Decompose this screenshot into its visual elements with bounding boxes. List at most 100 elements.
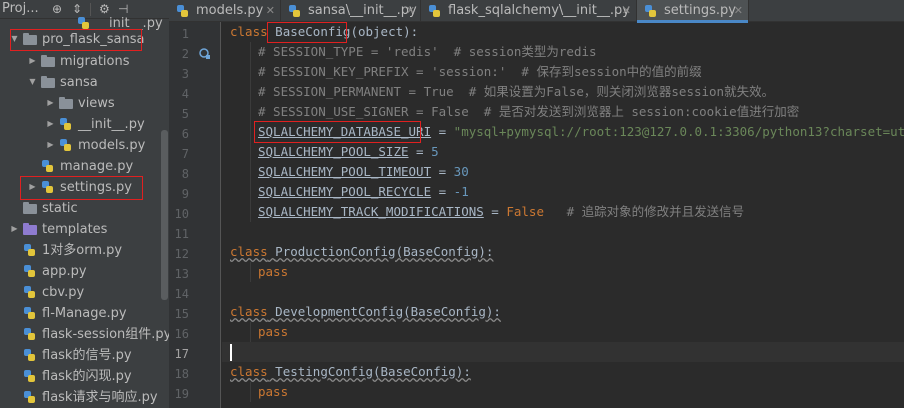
folder-icon (23, 202, 37, 214)
tree-item[interactable]: cbv.py (0, 282, 160, 303)
tree-item[interactable]: flask的闪现.py (0, 366, 160, 387)
python-file-icon (59, 139, 73, 151)
line-number: 15 (174, 307, 189, 321)
tree-item-label: sansa (60, 75, 98, 90)
tree-item-label: templates (42, 222, 108, 237)
folder-icon (41, 55, 55, 67)
folder-icon (59, 97, 73, 109)
indent-guide (250, 262, 251, 282)
tree-item[interactable]: flask-session组件.py (0, 324, 169, 345)
tree-item-label: __init__.py (78, 117, 145, 132)
text-caret (230, 344, 232, 361)
current-line-highlight (222, 342, 904, 362)
close-icon[interactable]: ✕ (622, 0, 631, 21)
tree-item[interactable]: static (0, 198, 160, 219)
tree-item[interactable]: ▶ templates (0, 219, 160, 240)
chevron-down-icon[interactable]: ▼ (28, 76, 37, 88)
tree-item-label: fl-Manage.py (42, 306, 127, 321)
code-line-5: # SESSION_USE_SIGNER = False # 是否对发送到浏览器… (258, 104, 800, 119)
tree-item[interactable]: app.py (0, 261, 160, 282)
tab-label: models.py (196, 3, 264, 18)
code-line-13: class ProductionConfig(BaseConfig): (230, 244, 494, 259)
python-file-icon (288, 5, 302, 17)
code-line-20: pass (258, 384, 289, 399)
tree-item[interactable]: flask的信号.py (0, 345, 160, 366)
tab-settings-py[interactable]: settings.py ✕ (637, 0, 749, 23)
python-file-icon (23, 244, 37, 256)
python-file-icon (41, 160, 55, 172)
line-number: 5 (181, 107, 189, 121)
tree-item-label: static (42, 201, 78, 216)
chevron-right-icon[interactable]: ▶ (46, 139, 55, 151)
tree-item-label: flask的信号.py (42, 348, 132, 363)
python-file-icon (23, 370, 37, 382)
tree-item-label: flask-session组件.py (42, 327, 169, 342)
tree-item-label: cbv.py (42, 285, 85, 300)
line-number: 4 (181, 87, 189, 101)
code-line-16: class DevelopmentConfig(BaseConfig): (230, 304, 501, 319)
close-icon[interactable]: ✕ (734, 0, 743, 21)
tree-item[interactable]: manage.py (0, 156, 160, 177)
chevron-right-icon[interactable]: ▶ (28, 55, 37, 67)
chevron-right-icon[interactable]: ▶ (46, 97, 55, 109)
tree-item-label: migrations (60, 54, 130, 69)
line-number: 14 (174, 287, 189, 301)
tree-item-label: manage.py (60, 159, 134, 174)
tree-item[interactable]: ▶ views (0, 93, 160, 114)
python-file-icon (23, 391, 37, 403)
tree-item[interactable]: ▼ sansa (0, 72, 160, 93)
indent-guide (250, 322, 251, 342)
python-file-icon (644, 5, 658, 17)
code-line-17: pass (258, 324, 289, 339)
close-icon[interactable]: ✕ (266, 0, 275, 21)
close-icon[interactable]: ✕ (406, 0, 415, 21)
indent-guide (250, 42, 251, 222)
line-number: 9 (181, 187, 189, 201)
editor-tabbar: models.py ✕ sansa\__init__.py ✕ flask_sq… (169, 0, 904, 23)
python-file-icon (23, 349, 37, 361)
tree-item[interactable]: 1对多orm.py (0, 240, 160, 261)
tab-label: settings.py (664, 3, 736, 18)
code-line-3: # SESSION_KEY_PREFIX = 'session:' # 保存到s… (258, 64, 702, 79)
tab-label: flask_sqlalchemy\__init__.py (448, 3, 630, 18)
tab-label: sansa\__init__.py (308, 3, 417, 18)
line-number: 6 (181, 127, 189, 141)
line-number-gutter[interactable]: 1 2 3 4 5 6 7 8 9 10 11 12 13 14 15 16 17 18 19 (169, 22, 221, 408)
highlight-pro-flask-sansa (10, 29, 142, 51)
code-line-19: class TestingConfig(BaseConfig): (230, 364, 471, 379)
python-file-icon (428, 5, 442, 17)
highlight-baseconfig (267, 22, 347, 43)
override-marker-icon[interactable] (199, 48, 211, 60)
code-line-10: SQLALCHEMY_TRACK_MODIFICATIONS = False #… (258, 204, 745, 219)
python-file-icon (77, 17, 91, 29)
tree-item[interactable]: fl-Manage.py (0, 303, 160, 324)
indent-guide (250, 382, 251, 402)
tree-item[interactable]: ▶ __init__.py (0, 114, 160, 135)
code-line-7: SQLALCHEMY_POOL_SIZE = 5 (258, 144, 439, 159)
chevron-right-icon[interactable]: ▶ (46, 118, 55, 130)
line-number: 16 (174, 327, 189, 341)
code-line-4: # SESSION_PERMANENT = True # 如果设置为False，… (258, 84, 775, 99)
line-number: 12 (174, 247, 189, 261)
tree-item-label: views (78, 96, 115, 111)
project-scrollbar[interactable] (161, 130, 168, 300)
tree-item-label: models.py (78, 138, 146, 153)
tab-flask-sqlalchemy-init[interactable]: flask_sqlalchemy\__init__.py ✕ (421, 0, 637, 22)
line-number: 17 (174, 347, 189, 361)
code-editor[interactable]: class BaseConfig(object): # SESSION_TYPE… (222, 22, 904, 408)
folder-icon (41, 76, 55, 88)
tree-item[interactable]: ▶ migrations (0, 51, 160, 72)
chevron-right-icon[interactable]: ▶ (10, 223, 19, 235)
line-number: 1 (181, 27, 189, 41)
python-file-icon (176, 5, 190, 17)
line-number: 18 (174, 367, 189, 381)
line-number: 8 (181, 167, 189, 181)
tree-item[interactable]: ▶ models.py (0, 135, 160, 156)
line-number: 11 (174, 227, 189, 241)
tree-item-label: flask请求与响应.py (42, 390, 158, 405)
tab-models-py[interactable]: models.py ✕ (169, 0, 281, 22)
line-number: 3 (181, 67, 189, 81)
line-number: 13 (174, 267, 189, 281)
tree-item[interactable]: flask请求与响应.py (0, 387, 160, 408)
tab-sansa-init[interactable]: sansa\__init__.py ✕ (281, 0, 421, 22)
